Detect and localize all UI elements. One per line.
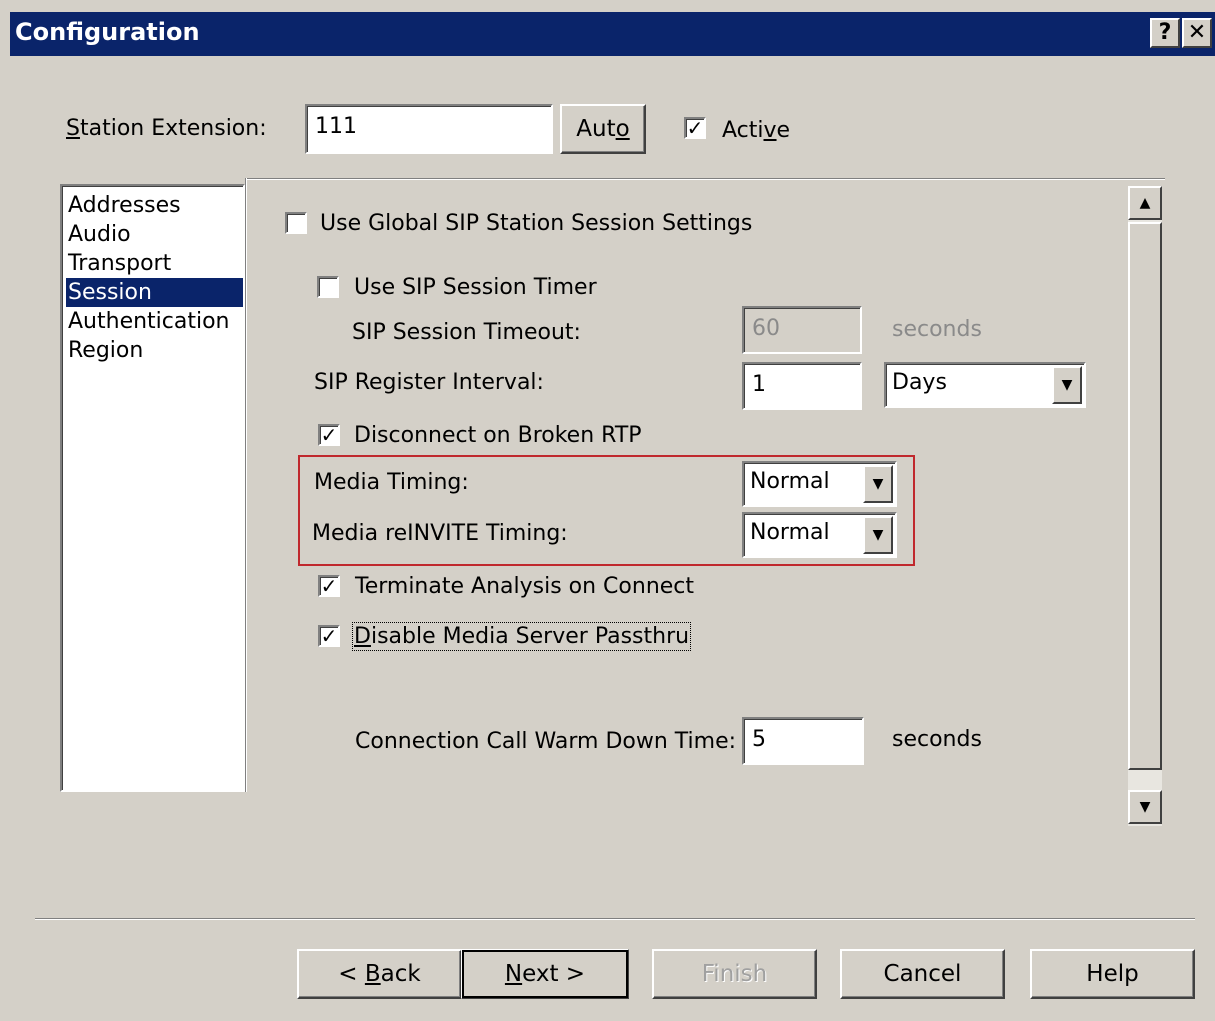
help-title-button[interactable]: ? xyxy=(1150,18,1180,48)
scroll-down-icon: ▼ xyxy=(1139,799,1151,815)
next-button[interactable]: Next > xyxy=(461,949,629,999)
header-divider xyxy=(245,178,1165,180)
register-interval-label: SIP Register Interval: xyxy=(314,370,544,395)
timeout-label: SIP Session Timeout: xyxy=(352,320,581,345)
media-timing-dropdown[interactable]: Normal ▼ xyxy=(742,461,897,507)
media-timing-label: Media Timing: xyxy=(314,470,469,495)
help-button[interactable]: Help xyxy=(1030,949,1195,999)
list-item-region[interactable]: Region xyxy=(66,336,243,365)
list-item-audio[interactable]: Audio xyxy=(66,220,243,249)
list-item-transport[interactable]: Transport xyxy=(66,249,243,278)
media-timing-value: Normal xyxy=(750,469,830,494)
chevron-down-icon[interactable]: ▼ xyxy=(863,465,893,503)
disconnect-label: Disconnect on Broken RTP xyxy=(354,423,642,448)
register-interval-input[interactable]: 1 xyxy=(742,362,862,410)
auto-button[interactable]: Aut o xyxy=(560,104,646,154)
close-title-button[interactable]: ✕ xyxy=(1182,18,1212,48)
window-title: Configuration xyxy=(15,18,200,46)
media-reinvite-label: Media reINVITE Timing: xyxy=(312,521,568,546)
active-checkbox[interactable]: ✓ xyxy=(684,117,706,139)
category-list[interactable]: Addresses Audio Transport Session Authen… xyxy=(60,184,245,792)
scrollbar-thumb[interactable] xyxy=(1128,222,1162,770)
title-bar: Configuration ? ✕ xyxy=(10,12,1215,56)
warm-down-unit: seconds xyxy=(892,727,982,752)
chevron-down-icon[interactable]: ▼ xyxy=(1052,366,1082,404)
media-reinvite-value: Normal xyxy=(750,520,830,545)
list-item-session[interactable]: Session xyxy=(66,278,243,307)
use-global-label: Use Global SIP Station Session Settings xyxy=(320,211,753,236)
timeout-unit: seconds xyxy=(892,317,982,342)
register-unit-dropdown[interactable]: Days ▼ xyxy=(884,362,1086,408)
use-timer-label: Use SIP Session Timer xyxy=(354,275,597,300)
terminate-label: Terminate Analysis on Connect xyxy=(355,574,695,599)
warm-down-input[interactable]: 5 xyxy=(742,717,864,765)
use-global-checkbox[interactable] xyxy=(285,212,307,234)
media-reinvite-dropdown[interactable]: Normal ▼ xyxy=(742,512,897,558)
finish-button[interactable]: Finish xyxy=(652,949,817,999)
station-extension-label: Station Extension: xyxy=(66,116,267,141)
timeout-input[interactable]: 60 xyxy=(742,306,862,354)
check-icon: ✓ xyxy=(686,116,704,140)
scroll-up-button[interactable]: ▲ xyxy=(1128,186,1162,220)
cancel-button[interactable]: Cancel xyxy=(840,949,1005,999)
terminate-checkbox[interactable]: ✓ xyxy=(318,575,340,597)
register-unit-value: Days xyxy=(892,370,947,395)
scroll-up-icon: ▲ xyxy=(1139,195,1151,211)
help-icon: ? xyxy=(1158,20,1172,45)
check-icon: ✓ xyxy=(320,574,338,598)
disable-passthru-label: Disable Media Server Passthru xyxy=(351,622,692,651)
close-icon: ✕ xyxy=(1187,20,1207,45)
list-item-authentication[interactable]: Authentication xyxy=(66,307,243,336)
check-icon: ✓ xyxy=(320,423,338,447)
list-item-addresses[interactable]: Addresses xyxy=(66,191,243,220)
station-extension-input[interactable]: 111 xyxy=(305,104,553,154)
panel-divider xyxy=(245,178,247,792)
scroll-down-button[interactable]: ▼ xyxy=(1128,790,1162,824)
footer-divider xyxy=(35,918,1195,920)
disable-passthru-checkbox[interactable]: ✓ xyxy=(318,625,340,647)
active-label: Active xyxy=(722,118,791,143)
chevron-down-icon[interactable]: ▼ xyxy=(863,516,893,554)
check-icon: ✓ xyxy=(320,624,338,648)
use-timer-checkbox[interactable] xyxy=(317,276,339,298)
back-button[interactable]: < Back xyxy=(297,949,462,999)
disconnect-checkbox[interactable]: ✓ xyxy=(318,424,340,446)
warm-down-label: Connection Call Warm Down Time: xyxy=(355,729,737,754)
